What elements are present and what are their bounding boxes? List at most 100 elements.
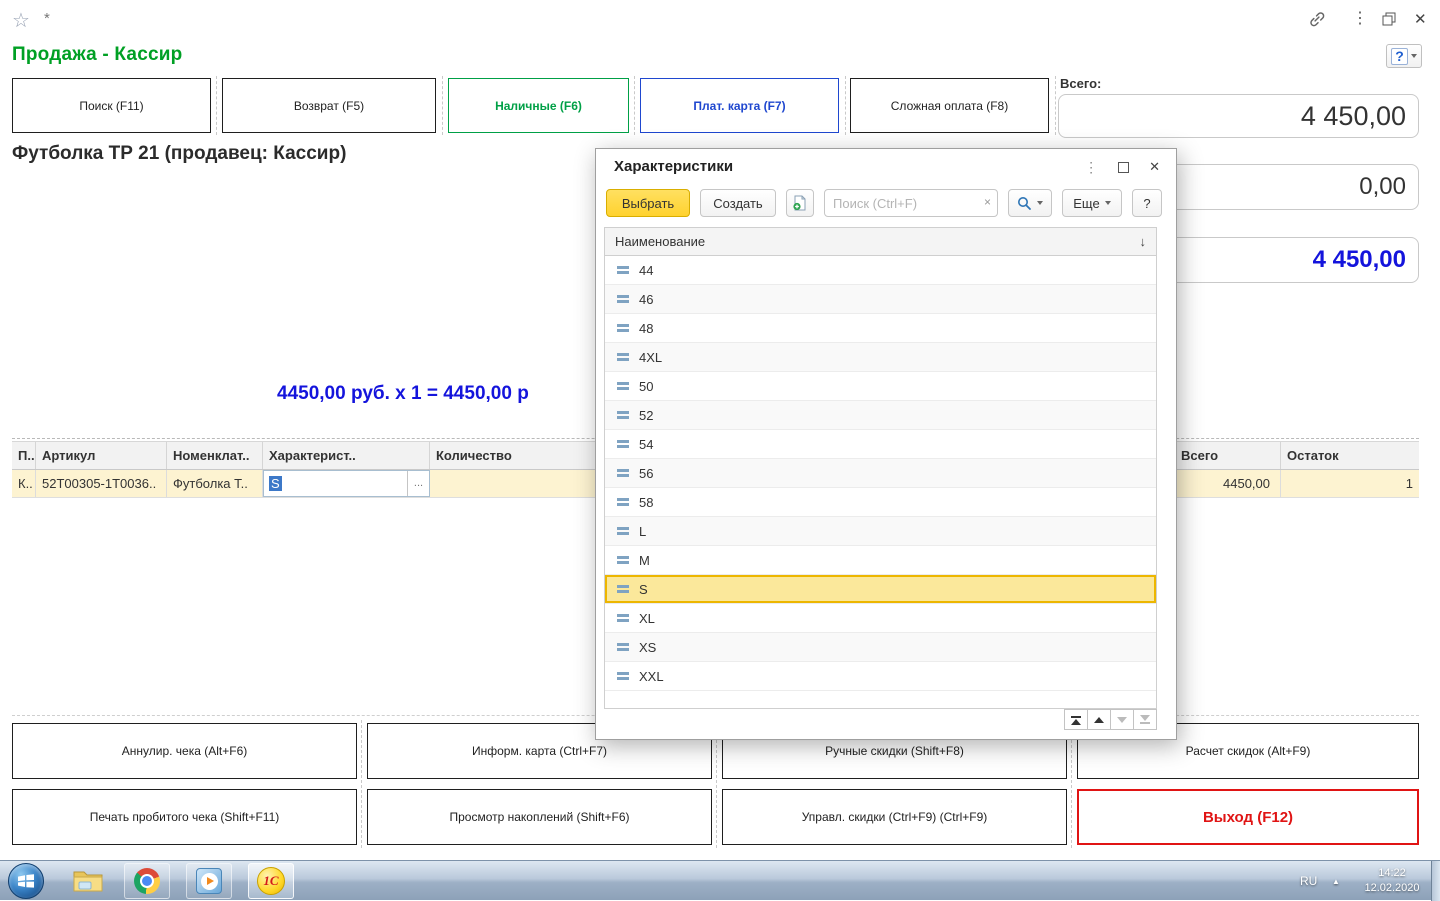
go-last-button[interactable]: [1133, 709, 1157, 730]
search-input[interactable]: [824, 189, 998, 217]
show-desktop-button[interactable]: [1431, 861, 1440, 901]
complex-payment-f8-button[interactable]: Сложная оплата (F8): [850, 78, 1049, 133]
search-icon: [1017, 196, 1032, 211]
card-f7-button[interactable]: Плат. карта (F7): [640, 78, 839, 133]
chevron-down-icon: [1411, 54, 1417, 58]
item-marker-icon: [617, 556, 629, 564]
item-marker-icon: [617, 643, 629, 651]
windows-logo-icon: [17, 873, 35, 889]
col-header-pos[interactable]: П..: [12, 442, 36, 469]
cell-stock: 1: [1281, 470, 1419, 497]
item-marker-icon: [617, 527, 629, 535]
folder-icon: [72, 866, 104, 894]
go-previous-button[interactable]: [1087, 709, 1111, 730]
show-hidden-icons-arrow[interactable]: ▲: [1332, 877, 1340, 886]
search-mode-button[interactable]: [1008, 189, 1052, 217]
go-first-button[interactable]: [1064, 709, 1088, 730]
more-button[interactable]: Еще: [1062, 189, 1122, 217]
window-menu-icon[interactable]: ⋮: [1352, 10, 1368, 28]
price-calculation-line: 4450,00 руб. x 1 = 4450,00 р: [277, 383, 529, 405]
create-button[interactable]: Создать: [700, 189, 776, 217]
separator: [442, 76, 443, 135]
modified-marker: *: [44, 10, 50, 27]
media-player-icon: [196, 868, 222, 894]
sort-descending-icon: ↓: [1140, 234, 1147, 249]
list-column-header[interactable]: Наименование ↓: [604, 227, 1157, 256]
return-f5-button[interactable]: Возврат (F5): [222, 78, 436, 133]
col-header-nomenclature[interactable]: Номенклат..: [167, 442, 263, 469]
item-marker-icon: [617, 382, 629, 390]
restore-window-icon[interactable]: [1382, 12, 1396, 26]
list-item-selected[interactable]: S: [605, 575, 1156, 604]
explorer-taskbar-icon[interactable]: [72, 866, 104, 894]
go-next-button[interactable]: [1110, 709, 1134, 730]
list-item[interactable]: 46: [605, 285, 1156, 314]
list-item[interactable]: XS: [605, 633, 1156, 662]
search-f11-button[interactable]: Поиск (F11): [12, 78, 211, 133]
list-item[interactable]: L: [605, 517, 1156, 546]
media-player-taskbar-button[interactable]: [186, 863, 232, 899]
clock-date: 12.02.2020: [1352, 881, 1432, 896]
chrome-taskbar-button[interactable]: [124, 863, 170, 899]
clock-time: 14:22: [1352, 866, 1432, 881]
page-title: Продажа - Кассир: [12, 44, 182, 66]
list-item[interactable]: 56: [605, 459, 1156, 488]
clear-search-icon[interactable]: ×: [984, 195, 991, 209]
separator: [845, 76, 846, 135]
help-menu-button[interactable]: ?: [1386, 44, 1422, 68]
start-button[interactable]: [8, 863, 44, 899]
item-marker-icon: [617, 411, 629, 419]
list-item[interactable]: XXL: [605, 662, 1156, 691]
list-item[interactable]: M: [605, 546, 1156, 575]
cash-f6-button[interactable]: Наличные (F6): [448, 78, 629, 133]
cell-total: 4450,00: [1175, 470, 1281, 497]
exit-f12-button[interactable]: Выход (F12): [1077, 789, 1419, 845]
dialog-close-icon[interactable]: ✕: [1149, 159, 1160, 175]
item-marker-icon: [617, 672, 629, 680]
item-marker-icon: [617, 353, 629, 361]
favorites-star-icon[interactable]: ☆: [12, 8, 30, 33]
dialog-title: Характеристики: [614, 158, 733, 175]
characteristic-input[interactable]: S: [264, 471, 407, 496]
dialog-menu-icon[interactable]: ⋮: [1084, 158, 1098, 176]
item-marker-icon: [617, 585, 629, 593]
list-item[interactable]: 48: [605, 314, 1156, 343]
list-item[interactable]: 4XL: [605, 343, 1156, 372]
create-new-group-button[interactable]: [786, 189, 814, 217]
col-header-article[interactable]: Артикул: [36, 442, 167, 469]
list-item[interactable]: 44: [605, 256, 1156, 285]
list-item[interactable]: 54: [605, 430, 1156, 459]
col-header-total[interactable]: Всего: [1175, 442, 1281, 469]
dialog-help-button[interactable]: ?: [1132, 189, 1162, 217]
select-button[interactable]: Выбрать: [606, 189, 690, 217]
list-item[interactable]: 58: [605, 488, 1156, 517]
cell-article: 52Т00305-1Т0036..: [36, 470, 167, 497]
void-receipt-button[interactable]: Аннулир. чека (Alt+F6): [12, 723, 357, 779]
clock[interactable]: 14:22 12.02.2020: [1352, 866, 1432, 896]
managed-discounts-button[interactable]: Управл. скидки (Ctrl+F9) (Ctrl+F9): [722, 789, 1067, 845]
characteristics-list: 44 46 48 4XL 50 52 54 56 58 L M S XL XS …: [604, 256, 1157, 709]
1c-taskbar-button[interactable]: 1С: [248, 863, 294, 899]
view-savings-button[interactable]: Просмотр накоплений (Shift+F6): [367, 789, 712, 845]
col-header-characteristic[interactable]: Характерист..: [263, 442, 430, 469]
item-marker-icon: [617, 469, 629, 477]
more-label: Еще: [1073, 196, 1099, 211]
list-item[interactable]: 50: [605, 372, 1156, 401]
characteristic-edit-cell[interactable]: S ...: [263, 470, 430, 497]
item-marker-icon: [617, 295, 629, 303]
cell-pos: К..: [12, 470, 36, 497]
maximize-icon[interactable]: [1118, 162, 1129, 173]
1c-icon: 1С: [257, 867, 285, 895]
list-item[interactable]: XL: [605, 604, 1156, 633]
col-header-stock[interactable]: Остаток: [1281, 442, 1419, 469]
link-icon[interactable]: [1308, 10, 1326, 28]
language-indicator[interactable]: RU: [1300, 861, 1317, 901]
document-plus-icon: [792, 195, 808, 211]
list-item[interactable]: 52: [605, 401, 1156, 430]
list-header-label: Наименование: [615, 234, 705, 249]
print-receipt-button[interactable]: Печать пробитого чека (Shift+F11): [12, 789, 357, 845]
item-marker-icon: [617, 324, 629, 332]
close-window-icon[interactable]: ✕: [1414, 10, 1427, 28]
choose-value-button[interactable]: ...: [407, 471, 429, 496]
chevron-down-icon: [1105, 201, 1111, 205]
